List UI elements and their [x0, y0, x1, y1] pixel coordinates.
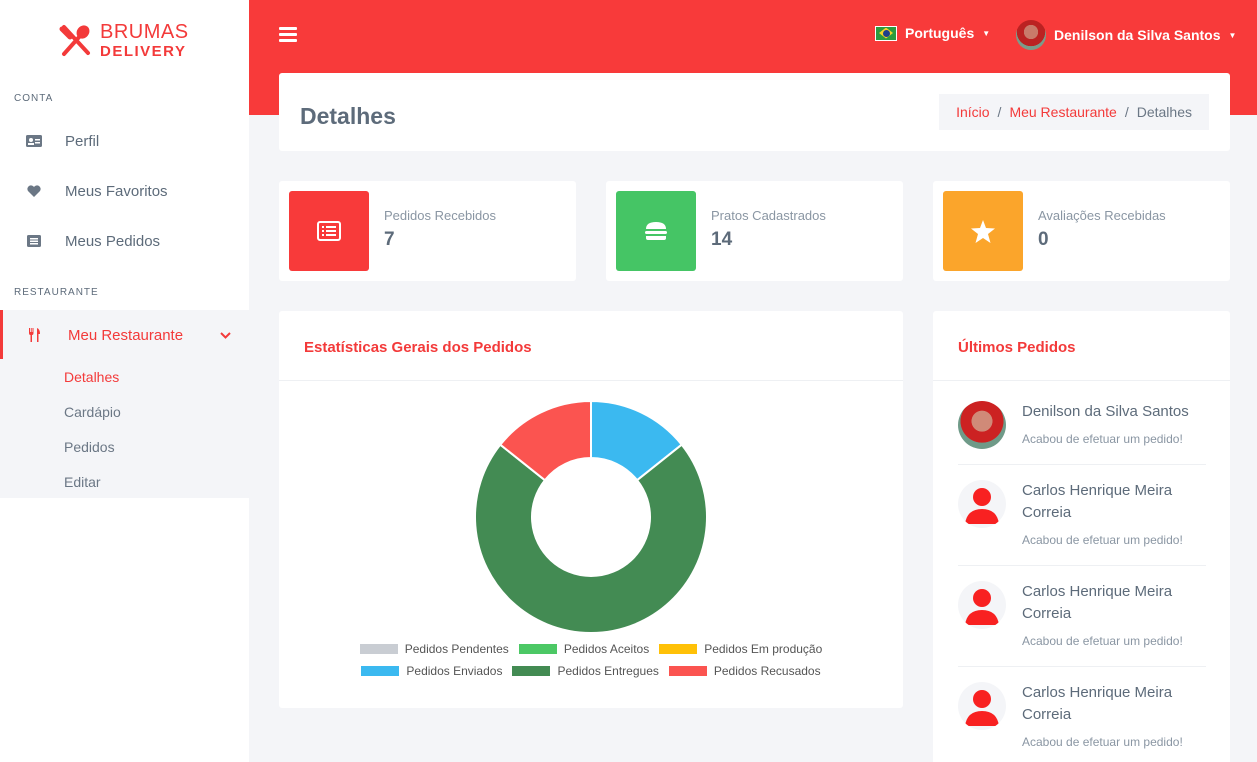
- legend-item[interactable]: Pedidos Entregues: [512, 664, 659, 678]
- legend-label: Pedidos Em produção: [704, 642, 823, 656]
- latest-orders-card: Últimos Pedidos Denilson da Silva Santos…: [933, 311, 1230, 762]
- user-name: Denilson da Silva Santos: [1054, 27, 1221, 43]
- submenu-item-pedidos[interactable]: Pedidos: [64, 439, 115, 455]
- page-title: Detalhes: [300, 103, 396, 129]
- user-icon: [958, 480, 1006, 528]
- stat-card-pedidos: Pedidos Recebidos 7: [279, 181, 576, 281]
- divider: [279, 380, 903, 381]
- sidebar-item-perfil[interactable]: Perfil: [0, 116, 249, 166]
- order-customer-name: Carlos Henrique Meira Correia: [1022, 482, 1173, 521]
- order-message: Acabou de efetuar um pedido!: [1022, 634, 1183, 648]
- restaurant-submenu: Detalhes Cardápio Pedidos Editar: [0, 359, 249, 498]
- menu-toggle-icon[interactable]: [279, 27, 297, 45]
- stat-value: 7: [384, 229, 395, 250]
- stat-icon-box: [943, 191, 1023, 271]
- submenu-item-detalhes[interactable]: Detalhes: [64, 369, 119, 385]
- orders-stats-card: Estatísticas Gerais dos Pedidos Pedidos …: [279, 311, 903, 708]
- card-title: Últimos Pedidos: [958, 339, 1076, 356]
- donut-slice-pedidos-entregues[interactable]: [474, 443, 708, 634]
- caret-down-icon: ▼: [982, 28, 991, 38]
- list-icon: [317, 221, 341, 241]
- breadcrumb-restaurant-link[interactable]: Meu Restaurante: [1009, 104, 1116, 120]
- brand-subtitle: DELIVERY: [100, 43, 187, 60]
- order-message: Acabou de efetuar um pedido!: [1022, 735, 1183, 749]
- brand-name: BRUMAS: [100, 21, 189, 43]
- fork-spoon-logo-icon: [59, 24, 90, 56]
- section-label-restaurant: RESTAURANTE: [14, 287, 99, 298]
- breadcrumb: Início / Meu Restaurante / Detalhes: [939, 94, 1209, 130]
- order-message: Acabou de efetuar um pedido!: [1022, 533, 1183, 547]
- stat-icon-box: [616, 191, 696, 271]
- donut-chart: [474, 399, 708, 634]
- caret-down-icon: ▼: [1228, 30, 1237, 40]
- stat-value: 14: [711, 229, 733, 250]
- page-header-card: Detalhes Início / Meu Restaurante / Deta…: [279, 73, 1230, 151]
- chart-legend-row-2: Pedidos Enviados Pedidos Entregues Pedid…: [279, 664, 903, 678]
- breadcrumb-separator: /: [997, 104, 1002, 120]
- language-label: Português: [905, 25, 975, 41]
- chart-legend-row-1: Pedidos Pendentes Pedidos Aceitos Pedido…: [279, 642, 903, 656]
- legend-item[interactable]: Pedidos Recusados: [668, 664, 821, 678]
- divider: [958, 666, 1206, 667]
- order-item[interactable]: Carlos Henrique Meira Correia Acabou de …: [958, 480, 1206, 550]
- id-card-icon: [26, 133, 42, 149]
- submenu-item-cardapio[interactable]: Cardápio: [64, 404, 121, 420]
- sidebar-item-label: Perfil: [65, 132, 100, 150]
- legend-label: Pedidos Pendentes: [404, 642, 509, 656]
- stat-label: Pedidos Recebidos: [384, 208, 497, 223]
- legend-item[interactable]: Pedidos Pendentes: [359, 642, 509, 656]
- order-customer-name: Carlos Henrique Meira Correia: [1022, 583, 1173, 622]
- card-title: Estatísticas Gerais dos Pedidos: [304, 339, 532, 356]
- order-item[interactable]: Denilson da Silva Santos Acabou de efetu…: [958, 401, 1206, 461]
- list-icon: [26, 233, 42, 249]
- order-item[interactable]: Carlos Henrique Meira Correia Acabou de …: [958, 581, 1206, 651]
- avatar: [958, 401, 1006, 449]
- stat-card-avaliacoes: Avaliações Recebidas 0: [933, 181, 1230, 281]
- stat-card-pratos: Pratos Cadastrados 14: [606, 181, 903, 281]
- breadcrumb-separator: /: [1124, 104, 1129, 120]
- sidebar-item-label: Meus Favoritos: [65, 182, 168, 200]
- legend-label: Pedidos Enviados: [406, 664, 503, 678]
- user-menu[interactable]: Denilson da Silva Santos ▼: [1016, 20, 1236, 50]
- order-customer-name: Carlos Henrique Meira Correia: [1022, 684, 1173, 723]
- legend-item[interactable]: Pedidos Em produção: [659, 642, 822, 656]
- divider: [933, 380, 1230, 381]
- breadcrumb-home-link[interactable]: Início: [956, 104, 989, 120]
- stat-label: Pratos Cadastrados: [711, 208, 826, 223]
- order-message: Acabou de efetuar um pedido!: [1022, 432, 1183, 446]
- divider: [958, 464, 1206, 465]
- legend-item[interactable]: Pedidos Enviados: [361, 664, 502, 678]
- language-selector[interactable]: Português ▼: [875, 25, 990, 41]
- star-icon: [971, 219, 995, 243]
- stat-label: Avaliações Recebidas: [1038, 208, 1166, 223]
- sidebar-item-pedidos[interactable]: Meus Pedidos: [0, 216, 249, 266]
- user-icon: [958, 581, 1006, 629]
- burger-icon: [645, 222, 667, 240]
- legend-label: Pedidos Aceitos: [563, 642, 650, 656]
- heart-icon: [26, 183, 42, 199]
- legend-label: Pedidos Entregues: [557, 664, 659, 678]
- submenu-item-editar[interactable]: Editar: [64, 474, 101, 490]
- order-item[interactable]: Carlos Henrique Meira Correia Acabou de …: [958, 682, 1206, 752]
- breadcrumb-current: Detalhes: [1136, 104, 1192, 120]
- user-icon: [958, 682, 1006, 730]
- order-customer-name: Denilson da Silva Santos: [1022, 403, 1189, 420]
- legend-label: Pedidos Recusados: [713, 664, 821, 678]
- legend-item[interactable]: Pedidos Aceitos: [518, 642, 650, 656]
- sidebar-item-meu-restaurante[interactable]: Meu Restaurante: [0, 310, 249, 360]
- brand-logo[interactable]: BRUMAS DELIVERY: [58, 22, 189, 59]
- brazil-flag-icon: [875, 25, 897, 41]
- divider: [958, 565, 1206, 566]
- sidebar: BRUMAS DELIVERY CONTA Perfil Meus Favori…: [0, 0, 249, 762]
- sidebar-item-label: Meus Pedidos: [65, 232, 161, 250]
- section-label-account: CONTA: [14, 93, 54, 104]
- chevron-down-icon: [220, 328, 231, 342]
- stat-value: 0: [1038, 229, 1049, 250]
- sidebar-item-favoritos[interactable]: Meus Favoritos: [0, 166, 249, 216]
- utensils-icon: [26, 327, 42, 343]
- stat-icon-box: [289, 191, 369, 271]
- avatar: [1016, 20, 1046, 50]
- sidebar-item-label: Meu Restaurante: [68, 326, 184, 344]
